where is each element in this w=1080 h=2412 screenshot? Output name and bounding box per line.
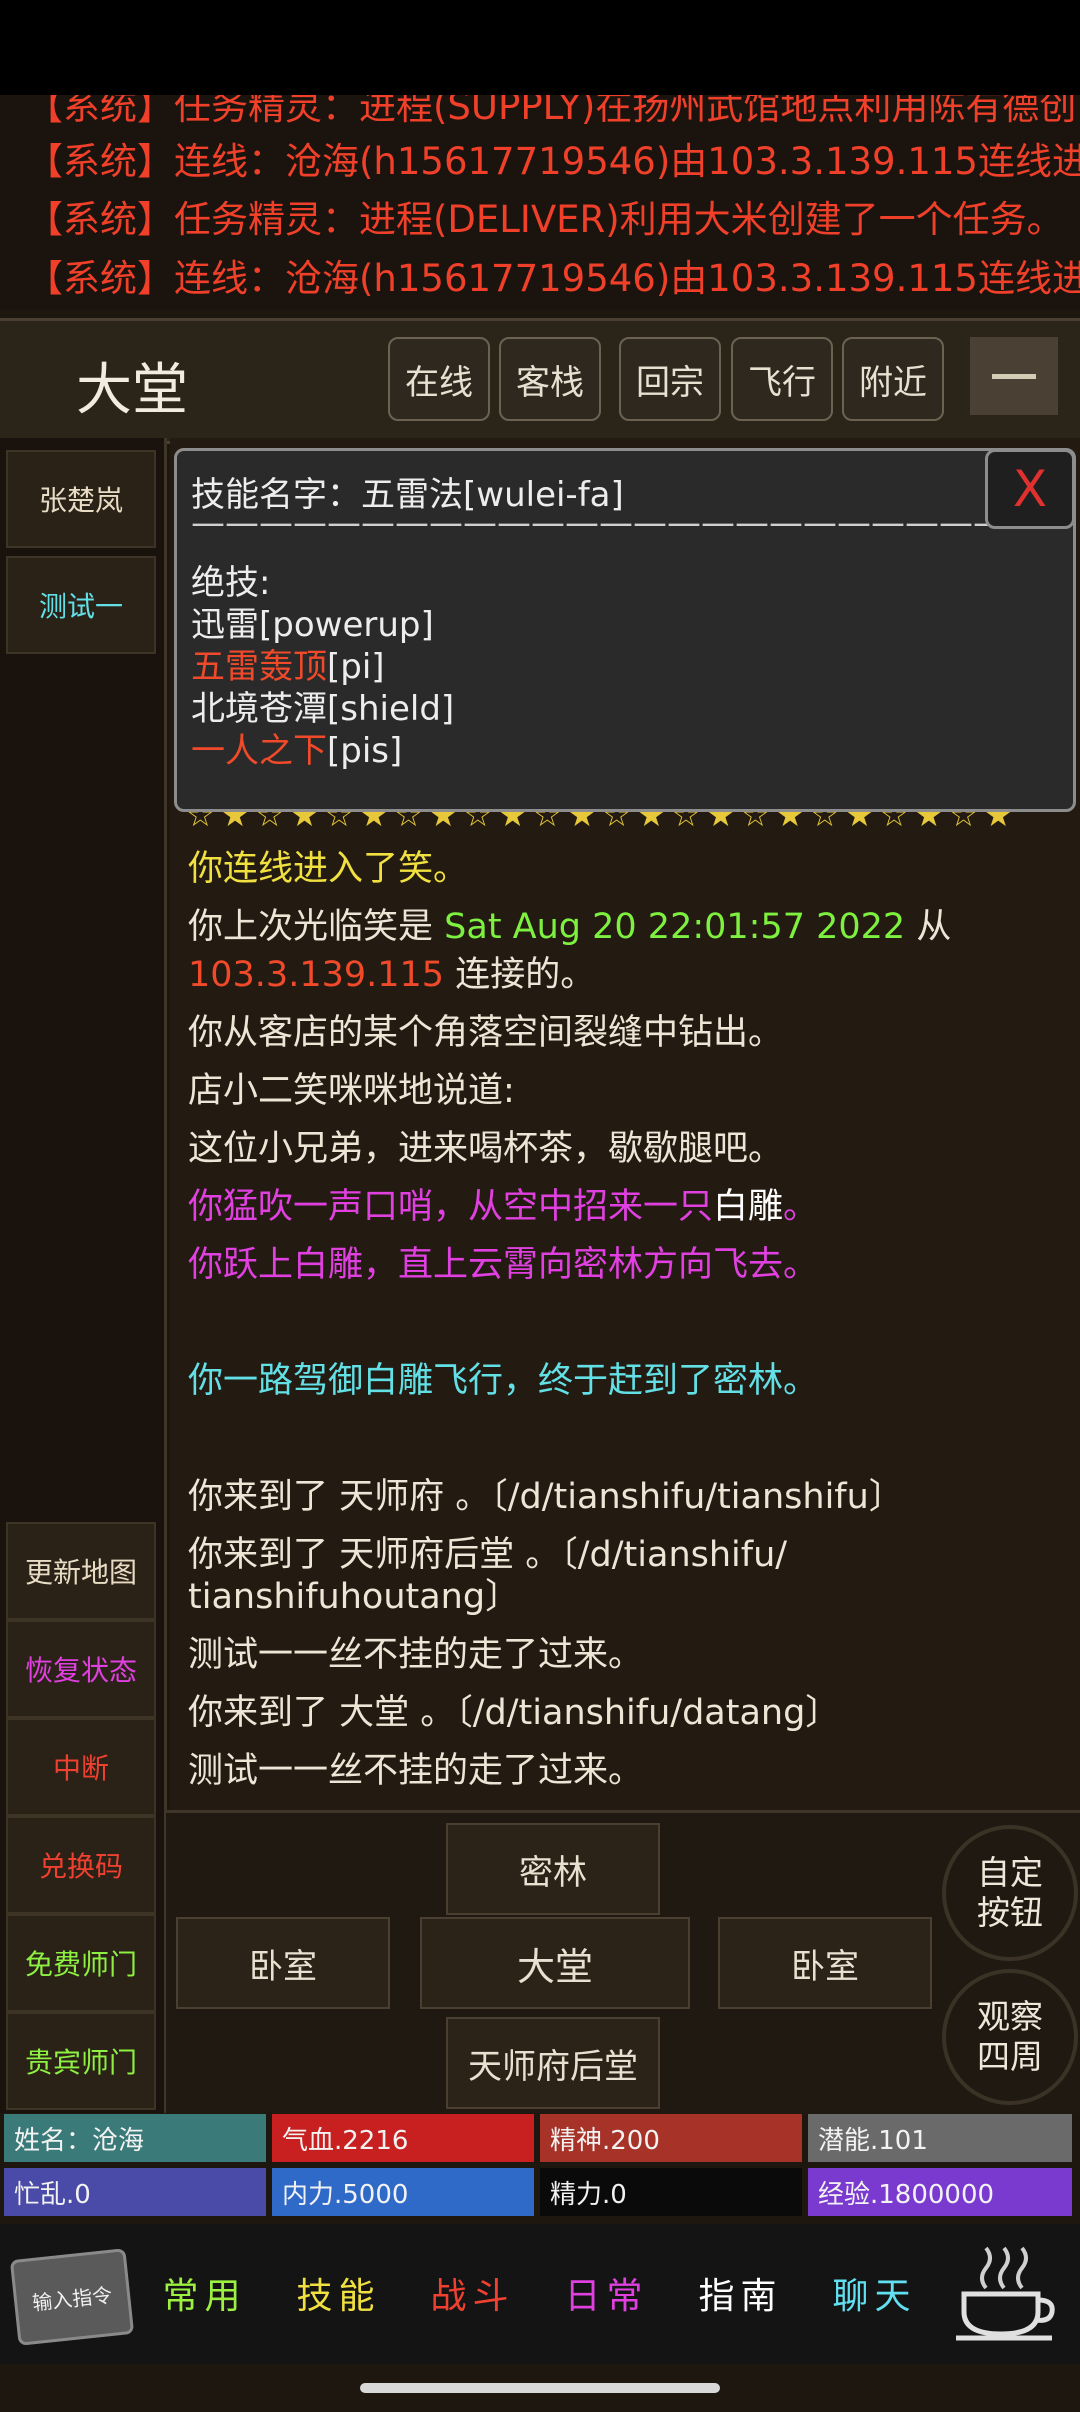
nav-south-button[interactable]: 天师府后堂 <box>446 2017 660 2109</box>
button-label: 贵宾师门 <box>24 2046 137 2079</box>
skill-divider: ———————————————————————— <box>191 503 1007 543</box>
log-line: 你一路驾御白雕飞行，终于赶到了密林。 <box>188 1361 819 1401</box>
button-label: 免费师门 <box>24 1948 137 1981</box>
button-label: 中断 <box>52 1752 109 1785</box>
skill-item[interactable]: 一人之下[pis] <box>191 723 402 772</box>
room-title: 大堂 <box>76 358 188 423</box>
teacup-icon[interactable] <box>946 2238 1066 2348</box>
room-header: 大堂 在线 客栈 回宗 飞行 附近 <box>0 318 1080 444</box>
log-line: 测试一一丝不挂的走了过来。 <box>188 1635 644 1675</box>
input-command-button[interactable]: 输入指令 <box>9 2248 135 2346</box>
log-line: 你猛吹一声口哨，从空中招来一只白雕。 <box>188 1178 818 1229</box>
skill-key: [pis] <box>327 731 403 771</box>
tab-daily[interactable]: 日常 <box>540 2224 673 2362</box>
interrupt-button[interactable]: 中断 <box>6 1718 156 1816</box>
log-line: 你来到了 天师府 。〔/d/tianshifu/tianshifu〕 <box>188 1477 904 1517</box>
log-line: 103.3.139.115 连接的。 <box>188 946 595 997</box>
tab-chat[interactable]: 聊天 <box>808 2224 941 2362</box>
stat-busy: 忙乱.0 <box>4 2168 266 2216</box>
return-sect-button[interactable]: 回宗 <box>619 337 721 421</box>
left-panel: 张楚岚 测试一 更新地图 恢复状态 中断 兑换码 免费师门 贵宾师门 <box>0 438 167 2113</box>
stat-exp: 经验.1800000 <box>808 2168 1072 2216</box>
skill-name: 一人之下 <box>191 731 327 771</box>
nav-north-button[interactable]: 密林 <box>446 1823 660 1915</box>
log-line: 这位小兄弟，进来喝杯茶，歇歇腿吧。 <box>188 1129 784 1169</box>
bottom-tab-bar: 输入指令 常用 技能 战斗 日常 指南 聊天 <box>0 2224 1080 2364</box>
stat-energy: 精力.0 <box>540 2168 802 2216</box>
log-line: 你上次光临笑是 Sat Aug 20 22:01:57 2022 从 <box>188 898 951 949</box>
button-label: 更新地图 <box>24 1556 137 1589</box>
redeem-code-button[interactable]: 兑换码 <box>6 1816 156 1914</box>
system-log: 【系统】任务精灵：进程(SUPPLY)在扬州武馆地点利用陈有德创 【系统】连线：… <box>0 95 1080 310</box>
fly-button[interactable]: 飞行 <box>731 337 833 421</box>
close-button[interactable]: X <box>985 449 1075 529</box>
log-text: 你猛吹一声口哨，从空中招来一只 <box>188 1187 714 1227</box>
restore-status-button[interactable]: 恢复状态 <box>6 1620 156 1718</box>
custom-button[interactable]: 自定 按钮 <box>942 1825 1078 1961</box>
log-line: 你从客店的某个角落空间裂缝中钻出。 <box>188 1013 784 1053</box>
log-line: 你跃上白雕，直上云霄向密林方向飞去。 <box>188 1245 819 1285</box>
stat-force: 内力.5000 <box>272 2168 534 2216</box>
system-log-line: 【系统】连线：沧海(h15617719546)由103.3.139.115连线进… <box>26 140 1080 183</box>
tab-skills[interactable]: 技能 <box>272 2224 405 2362</box>
tab-combat[interactable]: 战斗 <box>406 2224 539 2362</box>
system-log-line: 【系统】连线：沧海(h15617719546)由103.3.139.115连线进… <box>26 257 1080 300</box>
inn-button[interactable]: 客栈 <box>499 337 601 421</box>
tab-guide[interactable]: 指南 <box>674 2224 807 2362</box>
nearby-button[interactable]: 附近 <box>842 337 944 421</box>
log-text: 白雕 <box>713 1187 784 1227</box>
observe-button[interactable]: 观察 四周 <box>942 1969 1078 2105</box>
minus-icon[interactable] <box>970 337 1058 415</box>
stat-name: 姓名：沧海 <box>4 2114 266 2162</box>
vip-sect-button[interactable]: 贵宾师门 <box>6 2012 156 2110</box>
system-log-line: 【系统】任务精灵：进程(SUPPLY)在扬州武馆地点利用陈有德创 <box>26 95 1077 128</box>
free-sect-button[interactable]: 免费师门 <box>6 1914 156 2012</box>
log-line: 你连线进入了笑。 <box>188 849 469 889</box>
tab-common[interactable]: 常用 <box>138 2224 271 2362</box>
log-timestamp: Sat Aug 20 22:01:57 2022 <box>444 907 906 947</box>
player-item[interactable]: 张楚岚 <box>6 450 156 548</box>
log-text: 连接的。 <box>455 955 596 995</box>
navigation-panel: 密林 卧室 大堂 卧室 天师府后堂 自定 按钮 观察 四周 <box>166 1810 1080 2113</box>
nav-west-button[interactable]: 卧室 <box>176 1917 390 2009</box>
stat-hp: 气血.2216 <box>272 2114 534 2162</box>
log-text: 从 <box>916 907 952 947</box>
log-text: 你上次光临笑是 <box>188 907 434 947</box>
log-line: tianshifuhoutang〕 <box>188 1577 521 1617</box>
stat-spirit: 精神.200 <box>540 2114 802 2162</box>
gesture-handle[interactable] <box>360 2383 720 2393</box>
player-item[interactable]: 测试一 <box>6 556 156 654</box>
player-label: 张楚岚 <box>38 484 123 517</box>
log-ip: 103.3.139.115 <box>188 955 445 995</box>
nav-center-button[interactable]: 大堂 <box>420 1917 690 2009</box>
update-map-button[interactable]: 更新地图 <box>6 1522 156 1620</box>
online-button[interactable]: 在线 <box>388 337 490 421</box>
player-label: 测试一 <box>38 590 123 623</box>
log-line: 店小二笑咪咪地说道: <box>188 1071 515 1111</box>
log-line: 测试一一丝不挂的走了过来。 <box>188 1751 644 1791</box>
button-label: 恢复状态 <box>24 1654 137 1687</box>
stat-potential: 潜能.101 <box>808 2114 1072 2162</box>
log-text: 。 <box>783 1187 819 1227</box>
skill-popup: 技能名字：五雷法[wulei-fa] —————————————————————… <box>174 448 1076 812</box>
nav-east-button[interactable]: 卧室 <box>718 1917 932 2009</box>
button-label: 兑换码 <box>38 1850 123 1883</box>
log-line: 你来到了 大堂 。〔/d/tianshifu/datang〕 <box>188 1693 841 1733</box>
input-command-label: 输入指令 <box>31 2282 114 2315</box>
system-log-line: 【系统】任务精灵：进程(DELIVER)利用大米创建了一个任务。 <box>26 198 1064 241</box>
status-bar <box>0 0 1080 95</box>
